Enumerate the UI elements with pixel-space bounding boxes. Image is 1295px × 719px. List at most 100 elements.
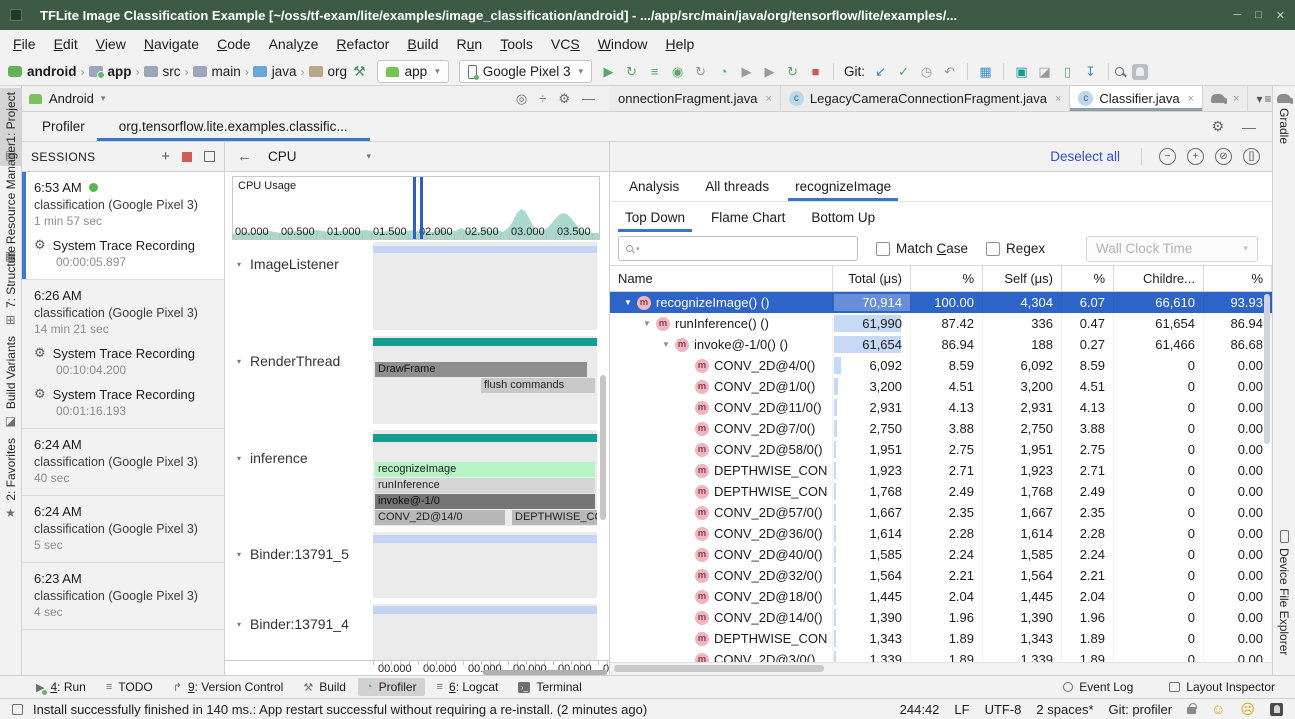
column-header-childre[interactable]: Childre... xyxy=(1114,266,1204,291)
lock-icon[interactable] xyxy=(1187,707,1196,714)
profile-button[interactable]: ◔ xyxy=(712,59,735,85)
thread-imagelistener[interactable]: ▾ImageListener xyxy=(237,256,339,272)
apply-changes-button[interactable]: ↻ xyxy=(620,59,643,85)
menu-run[interactable]: Run xyxy=(448,32,492,56)
tab-classifier-java[interactable]: cClassifier.java× xyxy=(1070,86,1203,111)
profiler-session-tab[interactable]: org.tensorflow.lite.examples.classific..… xyxy=(97,112,370,141)
table-row[interactable]: mCONV_2D@14/0()1,3901.961,3901.9600.00 xyxy=(610,607,1272,628)
match-case-checkbox[interactable]: Match Case xyxy=(876,241,968,256)
tab-recognizeimage[interactable]: recognizeImage xyxy=(784,172,902,201)
close-icon[interactable]: × xyxy=(1055,93,1061,105)
horizontal-scrollbar[interactable] xyxy=(483,670,607,675)
tool-window-button-terminal[interactable]: ›_Terminal xyxy=(510,678,589,696)
table-row[interactable]: mCONV_2D@57/0()1,6672.351,6672.3500.00 xyxy=(610,502,1272,523)
table-row[interactable]: mCONV_2D@7/0()2,7503.882,7503.8800.00 xyxy=(610,418,1272,439)
deselect-all-link[interactable]: Deselect all xyxy=(1050,149,1120,164)
thread-renderthread[interactable]: ▾RenderThread xyxy=(237,353,340,369)
session-card[interactable]: 6:24 AMclassification (Google Pixel 3)5 … xyxy=(22,496,224,563)
run-button[interactable]: ▶ xyxy=(597,59,620,85)
minimize-button[interactable]: ─ xyxy=(1233,9,1241,22)
menu-navigate[interactable]: Navigate xyxy=(135,32,208,56)
status-message[interactable]: Install successfully finished in 140 ms.… xyxy=(33,702,647,717)
sdk-manager-button[interactable]: ↧ xyxy=(1079,59,1102,85)
trace-recording-item[interactable]: ⚙System Trace Recording xyxy=(34,345,214,361)
column-header-total-s[interactable]: Total (μs) xyxy=(833,266,911,291)
tool-window-button-event-log[interactable]: Event Log xyxy=(1055,678,1141,696)
thread-inference[interactable]: ▾inference xyxy=(237,450,308,466)
happy-face-icon[interactable]: ☺ xyxy=(1211,702,1225,716)
table-row[interactable]: mCONV_2D@1/0()3,2004.513,2004.5100.00 xyxy=(610,376,1272,397)
git-branch-indicator[interactable]: Git: profiler xyxy=(1109,702,1173,717)
user-icon[interactable] xyxy=(1270,703,1283,716)
session-card[interactable]: 6:53 AMclassification (Google Pixel 3)1 … xyxy=(22,172,224,280)
trace-recording-item[interactable]: ⚙System Trace Recording xyxy=(34,237,214,253)
thread-binder-13791-4[interactable]: ▾Binder:13791_4 xyxy=(237,616,349,632)
tool-window-button-build[interactable]: ⚒Build xyxy=(295,678,354,696)
device-manager-button[interactable]: ▯ xyxy=(1056,59,1079,85)
menu-analyze[interactable]: Analyze xyxy=(260,32,328,56)
session-card[interactable]: 6:24 AMclassification (Google Pixel 3)40… xyxy=(22,429,224,496)
tool-window-button-4-run[interactable]: ▶4: Run xyxy=(28,678,94,696)
trace-span-conv-2d-14-0[interactable]: CONV_2D@14/0 xyxy=(375,510,505,525)
table-row[interactable]: mDEPTHWISE_CON1,9232.711,9232.7100.00 xyxy=(610,460,1272,481)
trace-recording-item[interactable]: ⚙System Trace Recording xyxy=(34,386,214,402)
vertical-scrollbar[interactable] xyxy=(600,375,606,520)
column-header-item[interactable]: % xyxy=(911,266,983,291)
git-update-button[interactable]: ↙ xyxy=(869,59,892,85)
rerun-button[interactable]: ↻ xyxy=(781,59,804,85)
table-row[interactable]: mCONV_2D@58/0()1,9512.751,9512.7500.00 xyxy=(610,439,1272,460)
hide-panel-icon[interactable]: — xyxy=(582,91,595,106)
close-button[interactable]: ✕ xyxy=(1276,9,1285,22)
debug-button[interactable]: ◉ xyxy=(666,59,689,85)
profiler-view-dropdown[interactable]: CPU ▾ xyxy=(268,149,371,164)
collapse-all-icon[interactable]: ÷ xyxy=(539,91,546,106)
attach-debugger-button[interactable]: ↻ xyxy=(689,59,712,85)
close-icon[interactable]: × xyxy=(1233,93,1239,105)
vertical-scrollbar[interactable] xyxy=(1264,294,1270,444)
subtab-bottom-up[interactable]: Bottom Up xyxy=(800,202,886,232)
table-row[interactable]: mDEPTHWISE_CON1,7682.491,7682.4900.00 xyxy=(610,481,1272,502)
table-row[interactable]: ▼mrunInference() ()61,99087.423360.4761,… xyxy=(610,313,1272,334)
cpu-usage-chart[interactable]: CPU Usage 00.00000.50001.00001.50002.000… xyxy=(232,176,600,240)
expand-arrow-icon[interactable]: ▼ xyxy=(624,298,637,307)
window-menu-icon[interactable] xyxy=(10,9,22,21)
subtab-top-down[interactable]: Top Down xyxy=(614,202,696,232)
tool-window-button-profiler[interactable]: ◔Profiler xyxy=(358,678,425,696)
tab-list-dropdown[interactable]: ▾≡4 xyxy=(1248,86,1272,111)
table-row[interactable]: mCONV_2D@32/0()1,5642.211,5642.2100.00 xyxy=(610,565,1272,586)
sidebar-item-device-file-explorer[interactable]: Device File Explorer xyxy=(1273,526,1295,659)
menu-build[interactable]: Build xyxy=(398,32,447,56)
trace-span-runinference[interactable]: runInference xyxy=(375,478,595,493)
tab-gradle-file[interactable]: × xyxy=(1203,86,1248,111)
table-row[interactable]: mCONV_2D@4/0()6,0928.596,0928.5900.00 xyxy=(610,355,1272,376)
table-row[interactable]: mCONV_2D@18/0()1,4452.041,4452.0400.00 xyxy=(610,586,1272,607)
tab-analysis[interactable]: Analysis xyxy=(618,172,690,201)
search-input[interactable]: ▾ xyxy=(618,236,858,261)
selection-handle[interactable] xyxy=(413,177,416,239)
git-history-button[interactable]: ◷ xyxy=(915,59,938,85)
table-row[interactable]: ▼minvoke@-1/0() ()61,65486.941880.2761,4… xyxy=(610,334,1272,355)
attach-to-process-button[interactable]: ▶ xyxy=(735,59,758,85)
clock-type-dropdown[interactable]: Wall Clock Time ▾ xyxy=(1086,236,1258,262)
close-icon[interactable]: × xyxy=(765,93,771,105)
reset-zoom-button[interactable]: ⊘ xyxy=(1215,148,1232,165)
table-row[interactable]: mCONV_2D@36/0()1,6142.281,6142.2800.00 xyxy=(610,523,1272,544)
menu-file[interactable]: File xyxy=(4,32,45,56)
caret-position[interactable]: 244:42 xyxy=(900,702,940,717)
import-session-button[interactable] xyxy=(204,151,215,162)
maximize-button[interactable]: □ xyxy=(1255,9,1262,22)
tool-window-button-6-logcat[interactable]: ≡6: Logcat xyxy=(429,678,507,696)
regex-checkbox[interactable]: Regex xyxy=(986,241,1045,256)
breadcrumb-main[interactable]: main xyxy=(193,64,241,79)
trace-span-invoke-1-0[interactable]: invoke@-1/0 xyxy=(375,494,595,509)
tab-legacycameraconnectionfragment-java[interactable]: cLegacyCameraConnectionFragment.java× xyxy=(781,86,1070,111)
project-structure-button[interactable]: ▦ xyxy=(974,59,997,85)
status-window-icon[interactable] xyxy=(12,704,23,715)
tool-window-button-layout-inspector[interactable]: Layout Inspector xyxy=(1161,678,1283,696)
subtab-flame-chart[interactable]: Flame Chart xyxy=(700,202,796,232)
menu-window[interactable]: Window xyxy=(589,32,657,56)
menu-vcs[interactable]: VCS xyxy=(542,32,589,56)
build-hammer-icon[interactable]: ⚒ xyxy=(353,63,366,80)
search-everywhere-icon[interactable] xyxy=(1115,67,1124,76)
table-row[interactable]: mDEPTHWISE_CON1,3431.891,3431.8900.00 xyxy=(610,628,1272,649)
